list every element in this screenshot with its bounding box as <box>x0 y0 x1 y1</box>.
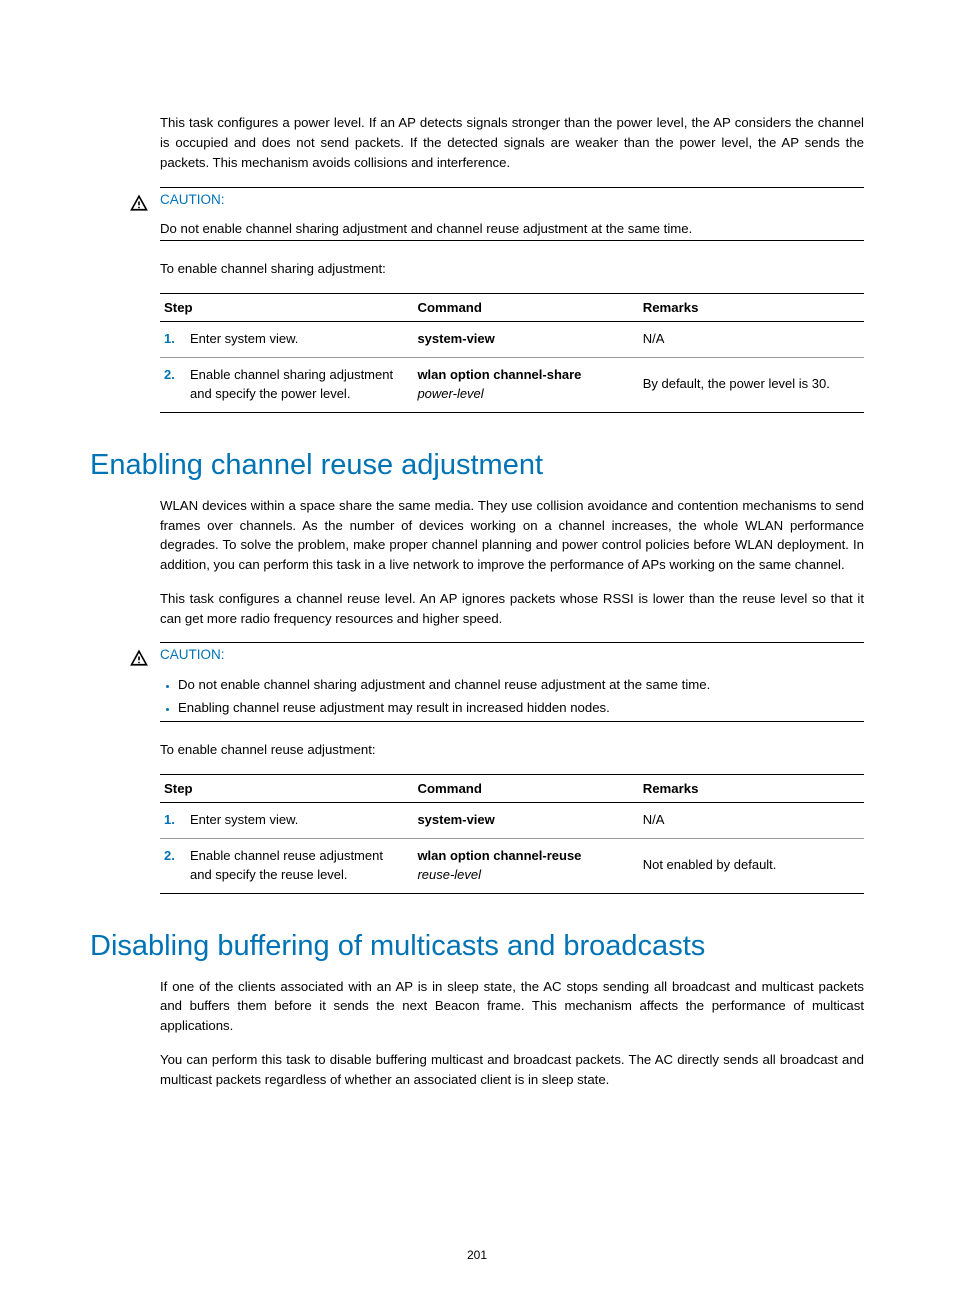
procedure-table-2: Step Command Remarks 1.Enter system view… <box>160 774 864 894</box>
table-row: 2.Enable channel sharing adjustment and … <box>160 358 864 413</box>
col-step: Step <box>160 294 413 322</box>
caution-text: Do not enable channel sharing adjustment… <box>160 219 864 239</box>
command-text: system-view <box>417 331 494 346</box>
procedure-table-1: Step Command Remarks 1.Enter system view… <box>160 293 864 413</box>
caution-label: CAUTION: <box>160 192 225 207</box>
col-step: Step <box>160 775 413 803</box>
step-number: 2. <box>164 847 190 866</box>
remarks-text: N/A <box>639 803 864 839</box>
remarks-text: Not enabled by default. <box>639 839 864 894</box>
page-number: 201 <box>0 1248 954 1262</box>
caution-block-1: CAUTION: Do not enable channel sharing a… <box>130 187 864 242</box>
intro-paragraph: This task configures a power level. If a… <box>160 113 864 172</box>
lead-in-2: To enable channel reuse adjustment: <box>160 740 864 760</box>
step-number: 1. <box>164 330 190 349</box>
col-command: Command <box>413 294 638 322</box>
table-row: 1.Enter system view. system-view N/A <box>160 322 864 358</box>
paragraph: You can perform this task to disable buf… <box>160 1050 864 1090</box>
command-text: wlan option channel-reuse <box>417 848 581 863</box>
lead-in-1: To enable channel sharing adjustment: <box>160 259 864 279</box>
step-desc: Enable channel sharing adjustment and sp… <box>190 366 405 404</box>
caution-label: CAUTION: <box>160 647 225 662</box>
caution-icon <box>130 647 160 670</box>
caution-list-item: Enabling channel reuse adjustment may re… <box>178 697 864 719</box>
paragraph: WLAN devices within a space share the sa… <box>160 496 864 575</box>
command-text: wlan option channel-share <box>417 367 581 382</box>
command-text: system-view <box>417 812 494 827</box>
step-number: 2. <box>164 366 190 385</box>
heading-disable-buffering: Disabling buffering of multicasts and br… <box>90 930 864 963</box>
step-number: 1. <box>164 811 190 830</box>
col-remarks: Remarks <box>639 775 864 803</box>
table-row: 1.Enter system view. system-view N/A <box>160 803 864 839</box>
heading-channel-reuse: Enabling channel reuse adjustment <box>90 449 864 482</box>
paragraph: If one of the clients associated with an… <box>160 977 864 1036</box>
caution-block-2: CAUTION: Do not enable channel sharing a… <box>130 642 864 722</box>
col-command: Command <box>413 775 638 803</box>
step-desc: Enable channel reuse adjustment and spec… <box>190 847 405 885</box>
table-row: 2.Enable channel reuse adjustment and sp… <box>160 839 864 894</box>
step-desc: Enter system view. <box>190 811 405 830</box>
command-arg: reuse-level <box>417 867 481 882</box>
caution-icon <box>130 192 160 215</box>
caution-list-item: Do not enable channel sharing adjustment… <box>178 674 864 696</box>
col-remarks: Remarks <box>639 294 864 322</box>
remarks-text: N/A <box>639 322 864 358</box>
paragraph: This task configures a channel reuse lev… <box>160 589 864 629</box>
remarks-text: By default, the power level is 30. <box>639 358 864 413</box>
step-desc: Enter system view. <box>190 330 405 349</box>
command-arg: power-level <box>417 386 483 401</box>
